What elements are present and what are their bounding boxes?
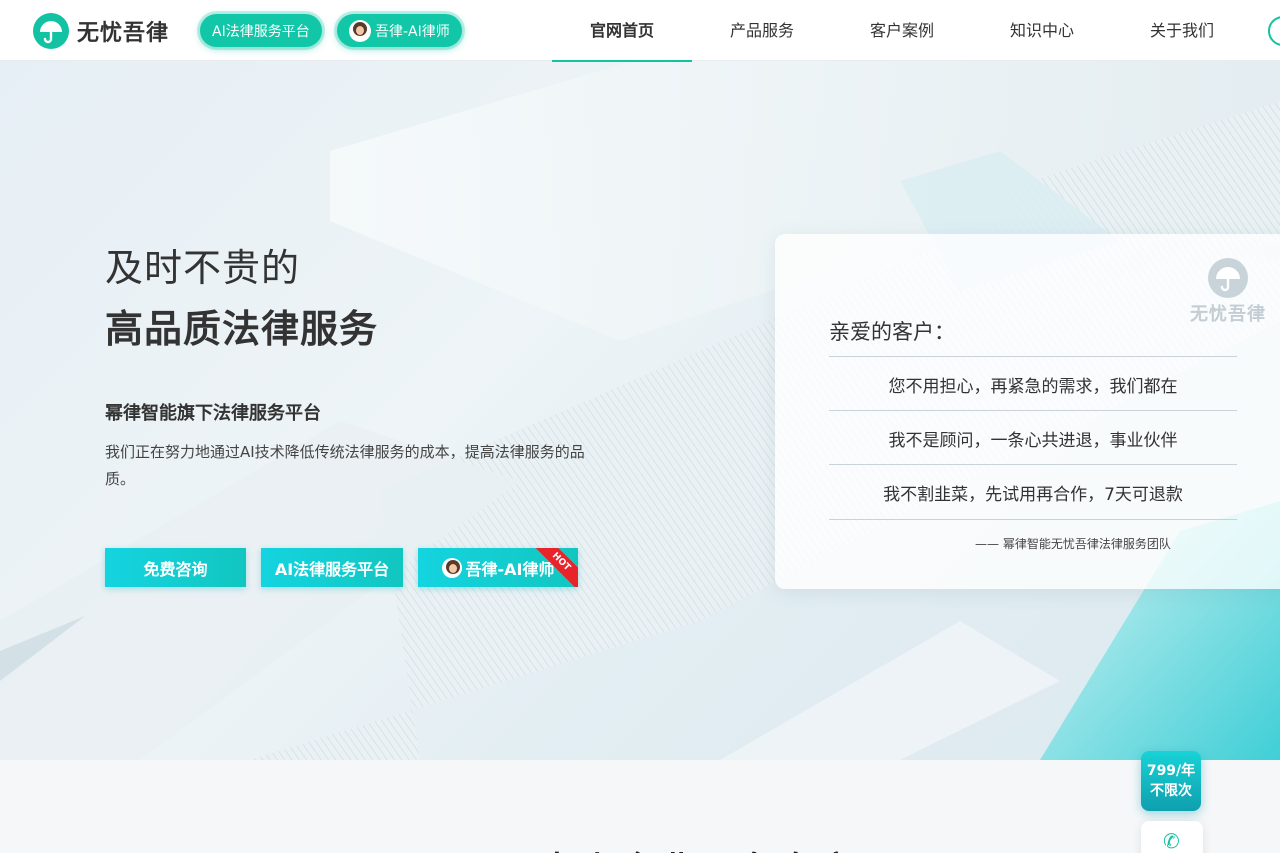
brand-logo[interactable]: 无忧吾律 [33, 13, 169, 49]
hero-title-line2: 高品质法律服务 [105, 307, 379, 351]
card-logo-text: 无忧吾律 [1190, 304, 1266, 325]
ai-platform-pill-label: AI法律服务平台 [212, 23, 310, 40]
ai-lawyer-pill-label: 吾律-AI律师 [375, 23, 450, 40]
price-line-2: 不限次 [1150, 783, 1192, 799]
nav-item-knowledge[interactable]: 知识中心 [972, 0, 1112, 61]
divider [829, 464, 1237, 465]
lawyer-avatar [349, 19, 371, 42]
umbrella-logo-icon [1208, 258, 1248, 298]
card-signature: —— 幂律智能无忧吾律法律服务团队 [975, 537, 1171, 551]
brand-name: 无忧吾律 [77, 21, 170, 46]
services-section: 中小企业服务专家 [0, 760, 1280, 853]
user-circle-icon[interactable] [1268, 16, 1280, 46]
ai-platform-button[interactable]: AI法律服务平台 [261, 548, 403, 587]
hero-banner: 及时不贵的 高品质法律服务 幂律智能旗下法律服务平台 我们正在努力地通过AI技术… [0, 61, 1280, 760]
umbrella-logo-icon [33, 13, 69, 49]
phone-float-button[interactable]: ✆ [1141, 821, 1203, 853]
nav-item-home[interactable]: 官网首页 [552, 0, 692, 62]
free-consult-label: 免费咨询 [143, 559, 208, 579]
ai-lawyer-pill-button[interactable]: 吾律-AI律师 [337, 14, 462, 47]
card-watermark-logo: 无忧吾律 [1183, 258, 1273, 326]
lawyer-avatar [441, 557, 462, 578]
promise-line-2: 我不是顾问，一条心共进退，事业伙伴 [888, 431, 1178, 451]
ai-lawyer-label: 吾律-AI律师 [465, 559, 555, 579]
promise-line-3: 我不割韭菜，先试用再合作，7天可退款 [883, 485, 1183, 505]
promise-card: 无忧吾律 亲爱的客户： 您不用担心，再紧急的需求，我们都在 我不是顾问，一条心共… [775, 234, 1280, 589]
ai-platform-pill-button[interactable]: AI法律服务平台 [200, 14, 322, 47]
nav-item-about[interactable]: 关于我们 [1112, 0, 1252, 61]
ai-lawyer-button[interactable]: 吾律-AI律师 HOT [418, 548, 578, 587]
main-nav: 官网首页 产品服务 客户案例 知识中心 关于我们 [552, 0, 1252, 62]
free-consult-button[interactable]: 免费咨询 [105, 548, 246, 587]
phone-icon: ✆ [1163, 829, 1180, 853]
price-line-1: 799/年 [1146, 763, 1196, 779]
price-float-button[interactable]: 799/年 不限次 [1141, 751, 1201, 811]
divider [829, 410, 1237, 411]
nav-item-cases[interactable]: 客户案例 [832, 0, 972, 61]
hero-title-line1: 及时不贵的 [105, 246, 301, 290]
ai-platform-label: AI法律服务平台 [274, 559, 390, 579]
nav-item-products[interactable]: 产品服务 [692, 0, 832, 61]
site-header: 无忧吾律 AI法律服务平台 吾律-AI律师 官网首页 产品服务 客户案例 知识中… [0, 0, 1280, 62]
divider [829, 356, 1237, 357]
promise-line-1: 您不用担心，再紧急的需求，我们都在 [888, 377, 1178, 397]
hero-description: 我们正在努力地通过AI技术降低传统法律服务的成本，提高法律服务的品质。 [105, 443, 585, 488]
section-title: 中小企业服务专家 [540, 842, 860, 853]
card-greeting: 亲爱的客户： [829, 320, 955, 344]
divider [829, 519, 1237, 520]
hero-subtitle: 幂律智能旗下法律服务平台 [105, 403, 321, 424]
